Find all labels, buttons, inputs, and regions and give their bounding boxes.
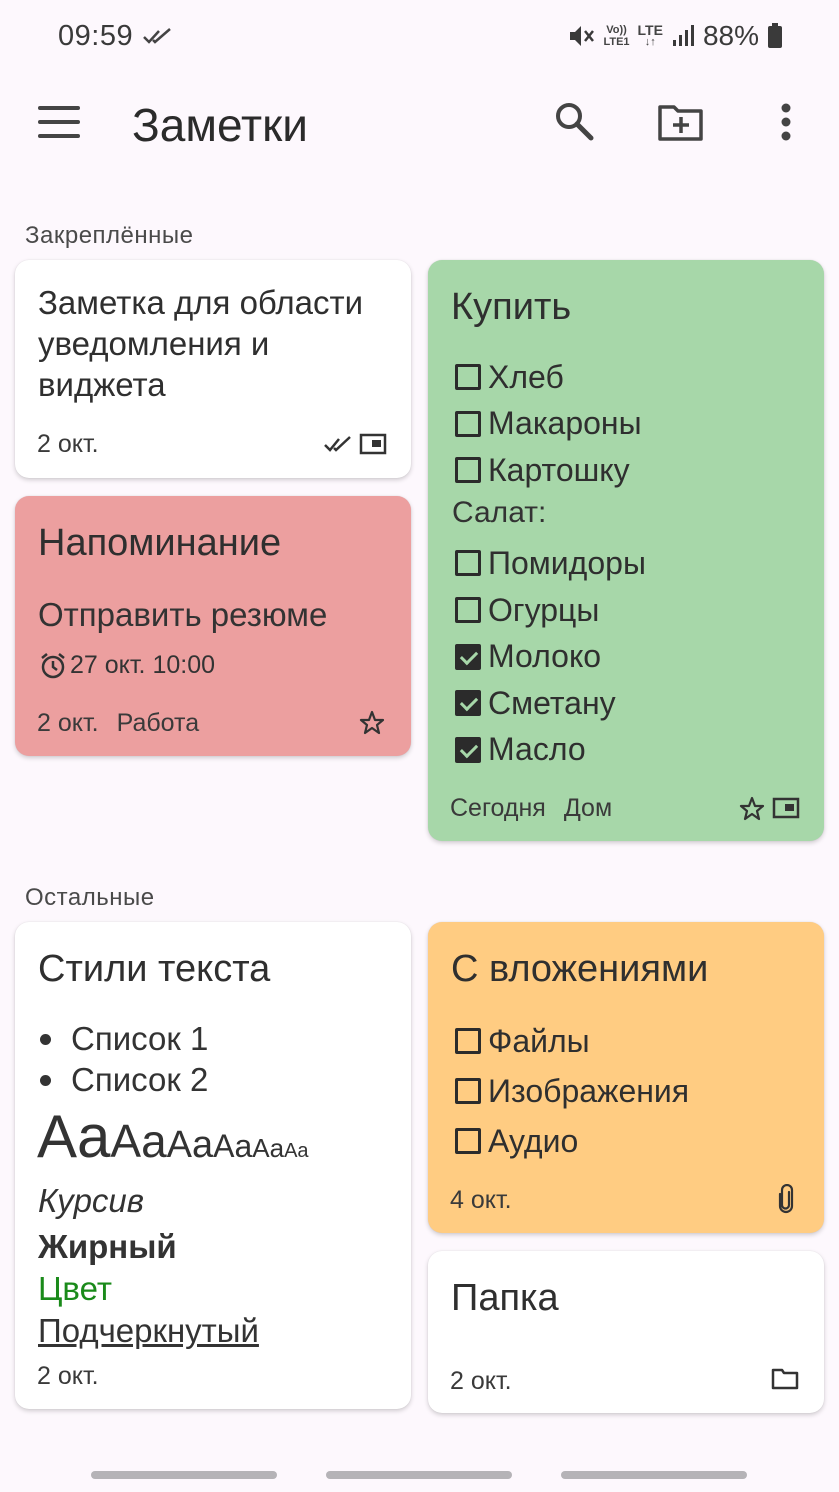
checklist-item-label: Хлеб [488,358,564,395]
checklist-item[interactable]: Огурцы [455,587,599,633]
done-all-icon [143,28,171,44]
checklist-item[interactable]: Хлеб [455,354,564,400]
checklist-item-label: Помидоры [488,544,646,581]
more-vert-icon[interactable] [778,102,794,144]
colored-text: Цвет [38,1270,112,1307]
checklist-item[interactable]: Картошку [455,447,630,493]
checkbox-checked[interactable] [455,736,481,763]
checkbox-checked[interactable] [455,643,481,670]
note-date: 2 окт. [37,430,99,458]
checklist-item[interactable]: Молоко [455,634,601,680]
app-bar: Заметки [0,80,839,170]
note-title: С вложениями [451,948,709,990]
note-label: Работа [116,709,200,737]
note-body: Отправить резюме [38,596,328,633]
note-meta: Сегодня Дом [450,794,612,823]
note-date: 2 окт. [37,1362,99,1390]
checklist-item[interactable]: Помидоры [455,540,646,586]
checklist-item-label: Огурцы [488,591,600,628]
checkbox[interactable] [455,364,481,390]
nav-pill-center[interactable] [326,1471,512,1479]
checklist-item[interactable]: Сметану [455,680,616,726]
star-icon[interactable] [359,710,385,736]
checklist-item-label: Масло [488,731,586,768]
star-icon[interactable] [739,796,765,822]
section-label-others: Остальные [25,884,155,911]
network-type: LTE ↓↑ [637,22,663,48]
list-item: Список 1 [38,1020,208,1058]
done-all-icon [324,436,351,452]
section-label-pinned: Закреплённые [25,222,194,249]
checklist-item-label: Изображения [488,1072,690,1109]
checkbox[interactable] [455,410,481,437]
checklist-item-label: Аудио [488,1122,579,1159]
note-title: Заметка для области уведомления и виджет… [38,284,364,403]
volte-indicator: Vo)) LTE1 [603,24,630,48]
new-folder-icon[interactable] [657,102,705,142]
nav-pill-right[interactable] [561,1471,747,1479]
underlined-text: Подчеркнутый [38,1312,259,1349]
widget-icon [359,433,387,455]
checkbox[interactable] [455,457,481,484]
note-card-widget[interactable]: Заметка для области уведомления и виджет… [15,260,411,478]
note-title: Стили текста [38,948,271,990]
menu-icon[interactable] [38,106,84,142]
checkbox[interactable] [455,550,481,577]
battery-percent: 88% [702,20,759,51]
attachment-icon [778,1184,794,1214]
note-title: Напоминание [38,522,282,564]
checkbox[interactable] [455,597,481,623]
mute-icon [570,26,595,46]
checklist-item-label: Картошку [488,451,630,488]
note-title: Купить [451,286,572,328]
checklist-item[interactable]: Файлы [455,1018,590,1064]
checklist-item-label: Сметану [488,684,616,721]
folder-icon [771,1368,799,1390]
checklist-item[interactable]: Масло [455,727,586,773]
checkbox[interactable] [455,1078,481,1104]
reminder-alarm: 27 окт. 10:00 [39,651,215,680]
checklist-item[interactable]: Аудио [455,1118,578,1164]
alarm-time: 27 окт. 10:00 [70,651,216,679]
nav-pill-left[interactable] [91,1471,277,1479]
note-date: 2 окт. [450,1367,512,1395]
signal-icon [672,25,694,46]
battery-icon [768,23,782,48]
note-meta: 2 окт. Работа [37,709,199,738]
bold-text: Жирный [38,1228,177,1265]
note-date: 2 окт. [37,709,99,737]
checkbox[interactable] [455,1128,481,1154]
checkbox-checked[interactable] [455,690,481,717]
checklist-item[interactable]: Изображения [455,1068,689,1114]
checklist-item-label: Макароны [488,405,642,442]
note-card-buy[interactable]: Купить Хлеб Макароны Картошку Салат: Помидор… [428,260,824,841]
note-card-reminder[interactable]: Напоминание Отправить резюме 27 окт. 10:… [15,496,411,756]
status-time: 09:59 [58,20,134,52]
checklist-item-label: Молоко [488,638,602,675]
checklist-item[interactable]: Макароны [455,401,642,447]
note-card-attachments[interactable]: С вложениями Файлы Изображения Аудио 4 окт… [428,922,824,1233]
text-size-samples: Aa Aa Aa Aa Aa Aa [37,1103,309,1170]
note-title: Папка [451,1277,559,1319]
list-item: Список 2 [38,1061,208,1099]
checkbox[interactable] [455,1028,481,1054]
italic-text: Курсив [38,1182,145,1219]
widget-icon [772,797,800,819]
note-date: 4 окт. [450,1186,512,1214]
note-label: Дом [563,794,613,822]
note-date: Сегодня [450,794,546,822]
page-title: Заметки [132,99,308,151]
list-item-text: Салат: [452,495,547,529]
checklist-item-label: Файлы [488,1022,590,1059]
search-icon[interactable] [553,100,595,142]
note-card-text-styles[interactable]: Стили текста Список 1 Список 2 Aa Aa Aa Aa A… [15,922,411,1409]
note-card-folder[interactable]: Папка 2 окт. [428,1251,824,1413]
status-bar: 09:59 Vo)) LTE1 LTE ↓↑ 88% [0,0,839,75]
alarm-icon [41,652,65,678]
